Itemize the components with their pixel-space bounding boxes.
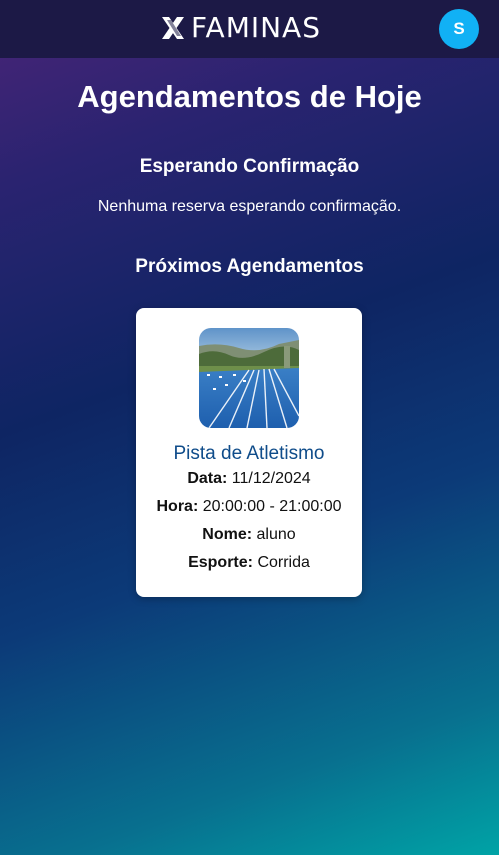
booking-sport: Esporte: Corrida xyxy=(136,553,362,573)
top-bar: FAMINAS S xyxy=(0,0,499,58)
pending-section-title: Esperando Confirmação xyxy=(139,156,360,177)
time-value: 20:00:00 - 21:00:00 xyxy=(202,498,342,515)
pending-empty-message: Nenhuma reserva esperando confirmação. xyxy=(97,198,402,215)
date-label: Data: xyxy=(187,470,228,487)
brand-logo[interactable]: FAMINAS xyxy=(159,13,321,43)
running-track-image xyxy=(199,328,299,428)
page-title: Agendamentos de Hoje xyxy=(77,79,422,114)
x-mark-logo-icon xyxy=(162,17,184,39)
user-avatar[interactable]: S xyxy=(439,9,479,49)
user-value: aluno xyxy=(256,526,296,543)
time-label: Hora: xyxy=(156,498,199,515)
sport-label: Esporte: xyxy=(188,554,253,571)
booking-user: Nome: aluno xyxy=(136,525,362,545)
booking-time: Hora: 20:00:00 - 21:00:00 xyxy=(136,497,362,517)
booking-date: Data: 11/12/2024 xyxy=(136,469,362,489)
booking-card[interactable]: Pista de Atletismo Data: 11/12/2024 Hora… xyxy=(136,308,362,597)
facility-name: Pista de Atletismo xyxy=(173,443,325,464)
user-label: Nome: xyxy=(202,526,253,543)
sport-value: Corrida xyxy=(257,554,310,571)
brand-name: FAMINAS xyxy=(191,11,321,44)
date-value: 11/12/2024 xyxy=(231,470,311,487)
upcoming-section-title: Próximos Agendamentos xyxy=(135,256,364,277)
